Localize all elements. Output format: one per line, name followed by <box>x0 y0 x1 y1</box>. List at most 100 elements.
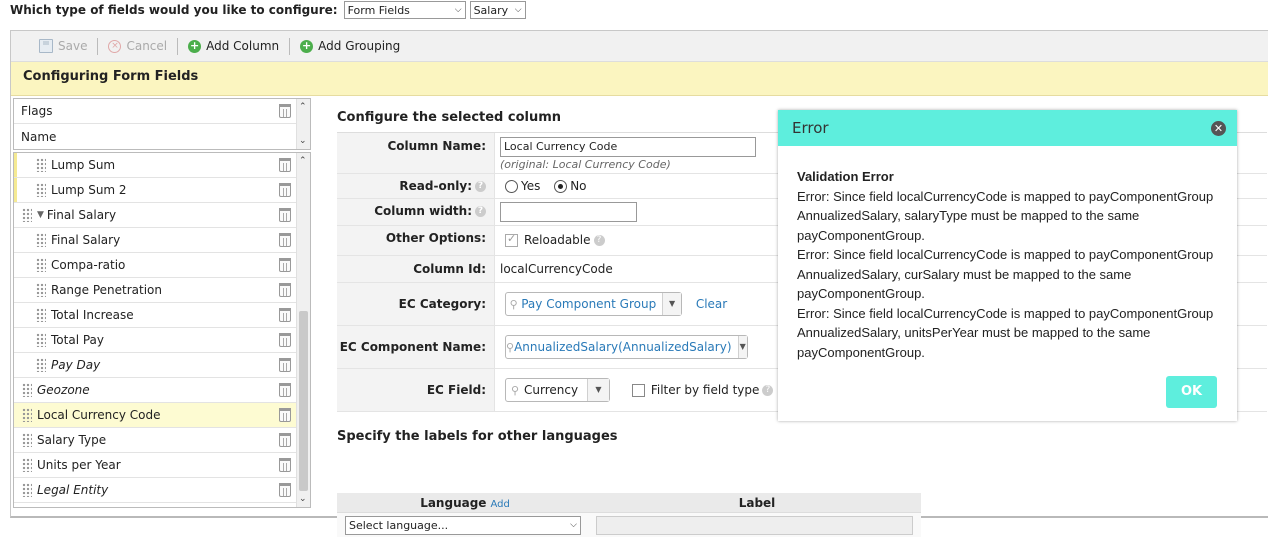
grip-icon[interactable] <box>36 333 46 347</box>
list-item-label: Range Penetration <box>51 283 163 297</box>
chevron-down-icon[interactable]: ▼ <box>662 293 681 315</box>
list-item[interactable]: Final Salary <box>14 228 297 253</box>
reloadable-checkbox[interactable] <box>505 232 518 247</box>
list-item[interactable]: Lump Sum <box>14 153 297 178</box>
field-type-question: Which type of fields would you like to c… <box>10 3 338 17</box>
list-item[interactable]: Geozone <box>14 378 297 403</box>
chevron-down-icon[interactable]: ⌄ <box>299 494 307 504</box>
error-heading: Validation Error <box>797 169 894 184</box>
error-line: Error: Since field localCurrencyCode is … <box>797 188 1214 204</box>
expand-triangle-icon[interactable]: ▼ <box>37 210 44 220</box>
chevron-down-icon[interactable]: ⌄ <box>299 136 307 146</box>
ec-field-combo[interactable]: ⚲ Currency ▼ <box>505 378 610 402</box>
field-type-bar: Which type of fields would you like to c… <box>10 0 526 20</box>
grip-icon[interactable] <box>36 183 46 197</box>
column-width-input[interactable] <box>500 202 637 222</box>
list-item[interactable]: Range Penetration <box>14 278 297 303</box>
trash-icon[interactable] <box>279 458 291 472</box>
list-item-label: Legal Entity <box>37 483 109 497</box>
close-icon[interactable]: ✕ <box>1211 121 1226 136</box>
grip-icon[interactable] <box>36 158 46 172</box>
ok-button[interactable]: OK <box>1166 376 1217 408</box>
readonly-label-text: Read-only: <box>399 179 472 193</box>
list-item[interactable]: Lump Sum 2 <box>14 178 297 203</box>
list-item[interactable]: Total Increase <box>14 303 297 328</box>
grip-icon[interactable] <box>22 433 32 447</box>
scrollbar[interactable]: ⌃ ⌄ <box>296 99 310 149</box>
grip-icon[interactable] <box>22 483 32 497</box>
trash-icon[interactable] <box>279 383 291 397</box>
chevron-down-icon[interactable]: ▼ <box>587 379 609 401</box>
list-item[interactable]: Salary Type <box>14 428 297 453</box>
scroll-thumb[interactable] <box>299 311 308 491</box>
trash-icon[interactable] <box>279 358 291 372</box>
trash-icon[interactable] <box>279 308 291 322</box>
readonly-label: Read-only:? <box>337 174 495 198</box>
chevron-up-icon[interactable]: ⌃ <box>299 102 307 112</box>
readonly-no-radio[interactable] <box>554 180 568 193</box>
grip-icon[interactable] <box>36 283 46 297</box>
cancel-button[interactable]: × Cancel <box>98 39 177 53</box>
chevron-down-icon[interactable]: ▼ <box>737 336 747 358</box>
group-marker <box>14 153 17 177</box>
list-item-label: Total Pay <box>51 333 104 347</box>
grip-icon[interactable] <box>36 358 46 372</box>
grip-icon[interactable] <box>22 383 32 397</box>
readonly-yes-radio[interactable] <box>505 180 518 193</box>
error-line: Error: Since field localCurrencyCode is … <box>797 305 1214 321</box>
help-icon[interactable]: ? <box>475 181 486 192</box>
grip-icon[interactable] <box>22 458 32 472</box>
add-grouping-button[interactable]: + Add Grouping <box>290 39 410 53</box>
cancel-icon: × <box>108 39 122 53</box>
column-name-input[interactable]: Local Currency Code <box>500 137 756 157</box>
add-language-link[interactable]: Add <box>490 499 509 510</box>
field-subtype-select[interactable]: Salary ⌵ <box>469 1 526 19</box>
list-group-item[interactable]: ▼ Final Salary <box>14 203 297 228</box>
language-label-input[interactable] <box>596 515 913 535</box>
list-item[interactable]: Compa-ratio <box>14 253 297 278</box>
list-item-name[interactable]: Name <box>14 124 297 149</box>
trash-icon[interactable] <box>279 483 291 497</box>
trash-icon[interactable] <box>279 258 291 272</box>
ec-component-label: EC Component Name: <box>337 326 495 368</box>
ec-category-combo[interactable]: ⚲ Pay Component Group ▼ <box>505 292 682 316</box>
trash-icon[interactable] <box>279 183 291 197</box>
chevron-up-icon[interactable]: ⌃ <box>299 156 307 166</box>
trash-icon[interactable] <box>279 283 291 297</box>
field-type-select[interactable]: Form Fields ⌵ <box>343 1 466 19</box>
trash-icon[interactable] <box>279 333 291 347</box>
list-item[interactable]: Legal Entity <box>14 478 297 503</box>
trash-icon[interactable] <box>279 158 291 172</box>
list-item-flags[interactable]: Flags <box>14 99 297 124</box>
ec-component-combo[interactable]: ⚲ AnnualizedSalary(AnnualizedSalary) ▼ <box>505 335 748 359</box>
list-item[interactable]: Total Pay <box>14 328 297 353</box>
list-item-selected[interactable]: Local Currency Code <box>14 403 297 428</box>
add-grouping-label: Add Grouping <box>318 39 401 53</box>
add-column-button[interactable]: + Add Column <box>178 39 289 53</box>
scrollbar[interactable]: ⌃ ⌄ <box>296 153 310 507</box>
help-icon[interactable]: ? <box>593 235 605 246</box>
help-icon[interactable]: ? <box>475 206 486 217</box>
help-icon[interactable]: ? <box>762 385 774 396</box>
list-item[interactable]: Pay Day <box>14 353 297 378</box>
error-line: payComponentGroup. <box>797 227 925 243</box>
grip-icon[interactable] <box>22 408 32 422</box>
list-item-label: Geozone <box>37 383 90 397</box>
trash-icon[interactable] <box>279 208 291 222</box>
language-select[interactable]: Select language... ⌵ <box>345 515 581 535</box>
grip-icon[interactable] <box>36 258 46 272</box>
list-item[interactable]: Units per Year <box>14 453 297 478</box>
trash-icon[interactable] <box>279 433 291 447</box>
grip-icon[interactable] <box>22 208 32 222</box>
search-icon: ⚲ <box>510 383 520 397</box>
list-item-label: Flags <box>21 104 53 118</box>
filter-by-type-checkbox[interactable] <box>631 384 645 397</box>
page-title: Configuring Form Fields <box>11 62 1268 96</box>
trash-icon[interactable] <box>279 408 291 422</box>
trash-icon[interactable] <box>279 104 291 118</box>
grip-icon[interactable] <box>36 233 46 247</box>
grip-icon[interactable] <box>36 308 46 322</box>
trash-icon[interactable] <box>279 233 291 247</box>
save-button[interactable]: Save <box>29 39 97 53</box>
clear-link[interactable]: Clear <box>696 297 727 311</box>
